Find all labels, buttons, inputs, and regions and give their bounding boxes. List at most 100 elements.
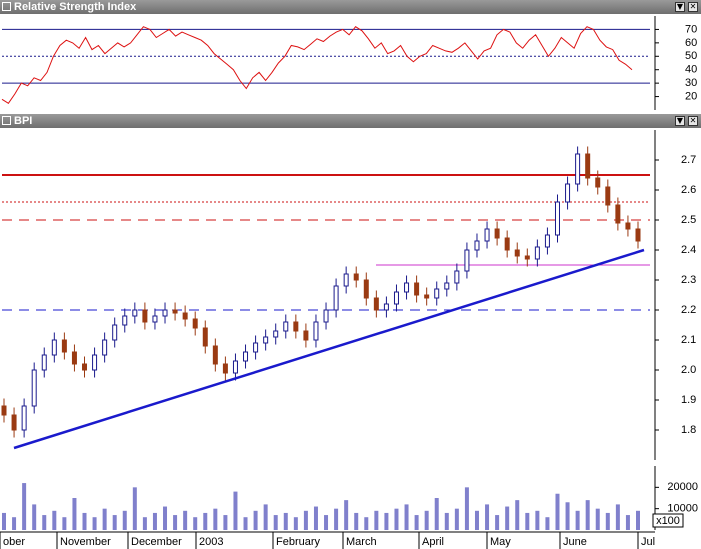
price-tick-label: 1.8 [681, 424, 696, 436]
candle-body [575, 153, 581, 185]
volume-bar [92, 517, 97, 530]
candle-body [313, 321, 319, 341]
candle-body [263, 336, 269, 344]
volume-bar [2, 512, 6, 530]
candle-body [444, 282, 450, 290]
volume-bar [313, 506, 318, 530]
candle-body [323, 309, 329, 323]
rsi-tick-label: 30 [685, 77, 697, 89]
candle-body [333, 285, 339, 311]
candle-body [212, 345, 218, 365]
price-tick-label: 2.0 [681, 364, 696, 376]
candle-body [454, 270, 460, 284]
volume-bar [213, 508, 218, 530]
volume-bar [444, 512, 449, 530]
time-tick-label: Jul [641, 536, 655, 548]
rsi-chart: 203040 5060 70 [1, 16, 697, 110]
candle-body [273, 330, 279, 338]
candle-body [303, 330, 309, 341]
candle-body [544, 234, 550, 248]
time-tick-label: ober [3, 536, 25, 548]
volume-bar [615, 504, 620, 530]
volume-bar [636, 510, 640, 530]
candle-body [414, 282, 420, 296]
volume-tick-label: 20000 [667, 481, 698, 493]
candle-body [243, 351, 249, 362]
volume-bar [464, 487, 469, 530]
volume-bar [122, 510, 127, 530]
volume-bar [52, 510, 57, 530]
candle-body [31, 369, 37, 407]
volume-bar [233, 491, 238, 530]
volume-bar [112, 515, 117, 530]
candle-body [534, 246, 540, 260]
candle-body [615, 204, 621, 224]
volume-bar [535, 510, 540, 530]
volume-bar [193, 517, 198, 530]
price-tick-label: 2.2 [681, 304, 696, 316]
volume-bar [344, 500, 349, 530]
candle-body [434, 288, 440, 299]
volume-bar [283, 512, 288, 530]
volume-bar [253, 510, 258, 530]
time-tick-label: December [131, 536, 182, 548]
volume-bar [555, 493, 560, 530]
candle-body [635, 228, 641, 242]
volume-bar [243, 517, 248, 530]
candle-body [102, 339, 108, 356]
candle-body [393, 291, 399, 305]
candle-body [112, 324, 118, 341]
volume-bar [384, 512, 389, 530]
volume-bar [152, 512, 157, 530]
candle-body [625, 222, 631, 230]
volume-bar [324, 515, 329, 530]
time-axis: ober November December 2003 February March Apr… [0, 531, 655, 549]
candle-body [71, 351, 77, 365]
volume-bar [132, 487, 137, 530]
volume-bar [565, 502, 570, 530]
volume-bar [72, 498, 77, 530]
price-tick-label: 2.1 [681, 334, 696, 346]
candle-body [222, 363, 228, 374]
volume-bar [545, 517, 550, 530]
volume-bar [12, 517, 17, 530]
volume-bar [374, 510, 379, 530]
price-tick-label: 2.6 [681, 184, 696, 196]
volume-bar [173, 515, 178, 530]
candle-body [504, 237, 510, 251]
price-tick-label: 2.7 [681, 154, 696, 166]
candle-body [142, 309, 148, 323]
volume-bar [62, 517, 67, 530]
candle-body [11, 414, 17, 431]
candle-body [343, 273, 349, 287]
volume-bar [495, 515, 500, 530]
volume-bar [625, 515, 630, 530]
volume-bar [32, 504, 37, 530]
volume-bar [474, 510, 479, 530]
candle-body [494, 228, 500, 239]
candle-body [162, 309, 168, 317]
chart-canvas: 203040 5060 70 1.8 1.9 2.0 2.1 2.2 2.3 2.4 2.5 2.6… [0, 16, 698, 549]
candle-body [373, 297, 379, 311]
time-tick-label: June [563, 536, 587, 548]
volume-bar [263, 504, 268, 530]
rsi-tick-label: 50 [685, 50, 697, 62]
candle-body [202, 327, 208, 347]
volume-bar [575, 510, 580, 530]
time-tick-label: March [346, 536, 377, 548]
candle-body [21, 405, 27, 431]
candle-body [82, 363, 88, 371]
candle-body [122, 315, 128, 326]
volume-bar [82, 512, 87, 530]
candle-body [585, 153, 591, 179]
price-tick-label: 2.3 [681, 274, 696, 286]
volume-bar [414, 515, 419, 530]
volume-bar [505, 506, 510, 530]
candle-body [605, 186, 611, 206]
candle-body [383, 303, 389, 311]
volume-bar [293, 517, 298, 530]
candle-body [51, 339, 57, 356]
price-tick-label: 1.9 [681, 394, 696, 406]
candle-body [1, 405, 7, 416]
volume-bar [303, 510, 308, 530]
